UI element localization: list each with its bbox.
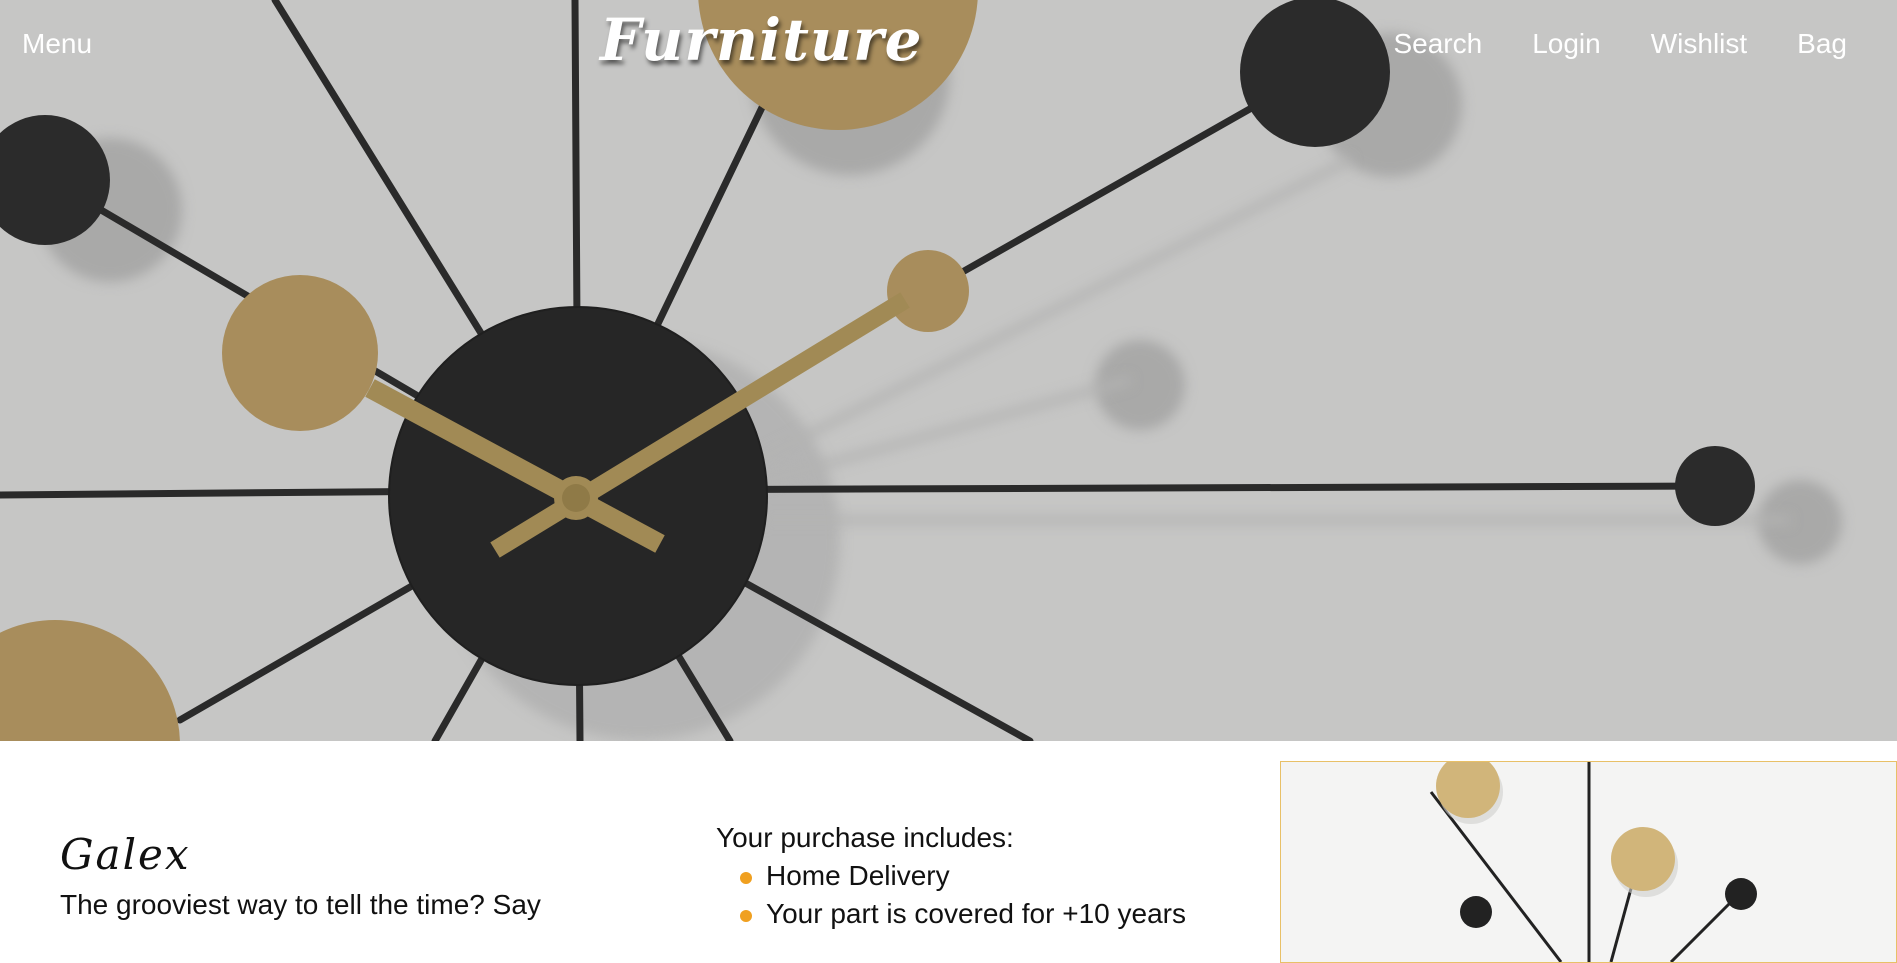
wishlist-link[interactable]: Wishlist <box>1651 28 1747 60</box>
list-item: Your part is covered for +10 years <box>716 898 1186 930</box>
wall-clock-illustration <box>0 0 1842 741</box>
thumbnail-clock-image <box>1429 762 1757 962</box>
login-link[interactable]: Login <box>1532 28 1601 60</box>
product-thumbnail[interactable] <box>1280 761 1897 963</box>
purchase-heading: Your purchase includes: <box>716 822 1014 853</box>
site-logo[interactable]: Furniture <box>600 6 923 74</box>
list-item: Home Delivery <box>716 860 1186 892</box>
product-description: The grooviest way to tell the time? Say <box>60 889 541 920</box>
menu-button[interactable]: Menu <box>22 28 92 60</box>
nav-right-links: Search Login Wishlist Bag <box>1393 28 1847 60</box>
bag-link[interactable]: Bag <box>1797 28 1847 60</box>
bullet-icon <box>740 910 752 922</box>
purchase-list: Home Delivery Your part is covered for +… <box>716 860 1186 930</box>
product-info: Galex The grooviest way to tell the time… <box>60 830 620 921</box>
product-name: Galex <box>60 830 191 879</box>
search-link[interactable]: Search <box>1393 28 1482 60</box>
bullet-icon <box>740 872 752 884</box>
hero-image <box>0 0 1897 741</box>
top-navigation: Menu Furniture Search Login Wishlist Bag <box>0 0 1897 96</box>
